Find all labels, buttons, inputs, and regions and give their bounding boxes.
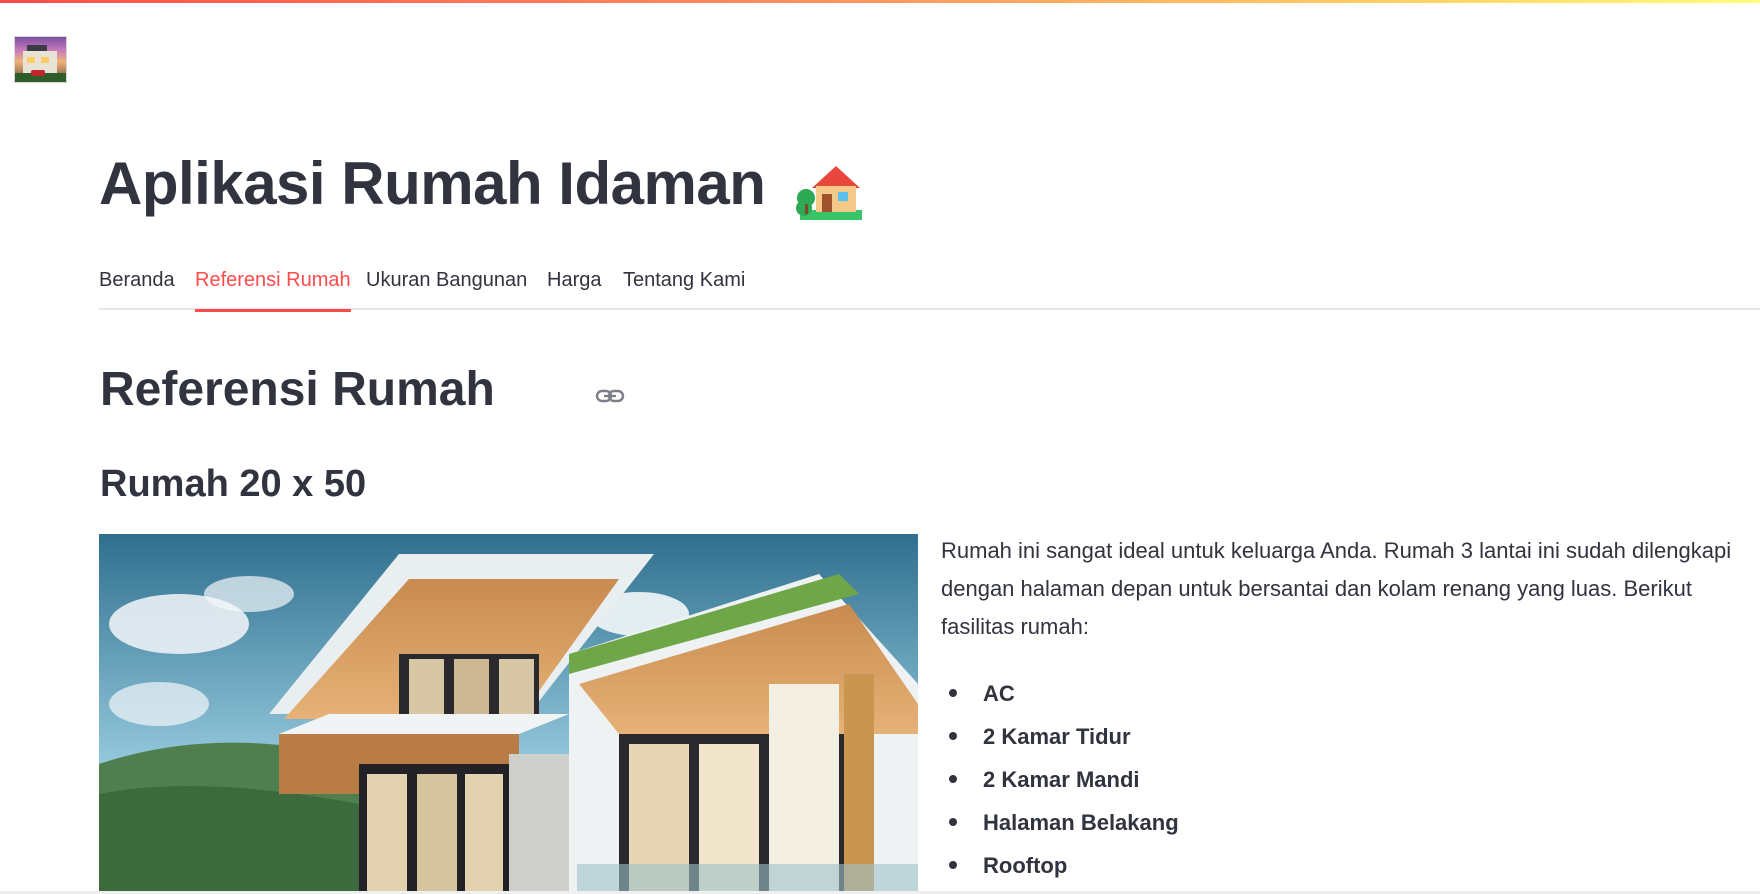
tab-bar: Beranda Referensi Rumah Ukuran Bangunan … <box>99 258 1760 312</box>
list-item: Rooftop <box>941 844 1759 887</box>
section-heading: Referensi Rumah <box>100 363 495 416</box>
house-with-garden-icon <box>796 166 862 220</box>
listing-title: Rumah 20 x 50 <box>100 463 367 505</box>
tab-beranda[interactable]: Beranda <box>99 262 175 310</box>
listing-description: Rumah ini sangat ideal untuk keluarga An… <box>941 538 1732 639</box>
list-item: 2 Kamar Tidur <box>941 715 1759 758</box>
app-logo[interactable] <box>14 36 67 83</box>
main-content: Aplikasi Rumah Idaman Beranda Referensi … <box>99 0 1760 894</box>
tab-tentang-kami[interactable]: Tentang Kami <box>623 262 745 310</box>
tab-harga[interactable]: Harga <box>547 262 601 310</box>
tab-referensi-rumah[interactable]: Referensi Rumah <box>195 262 351 312</box>
link-icon[interactable] <box>595 384 625 408</box>
feature-list: AC 2 Kamar Tidur 2 Kamar Mandi Halaman B… <box>941 672 1759 887</box>
list-item: AC <box>941 672 1759 715</box>
list-item: 2 Kamar Mandi <box>941 758 1759 801</box>
house-photo <box>99 534 918 894</box>
tab-ukuran-bangunan[interactable]: Ukuran Bangunan <box>366 262 527 310</box>
list-item: Halaman Belakang <box>941 801 1759 844</box>
app-title: Aplikasi Rumah Idaman <box>99 150 766 217</box>
